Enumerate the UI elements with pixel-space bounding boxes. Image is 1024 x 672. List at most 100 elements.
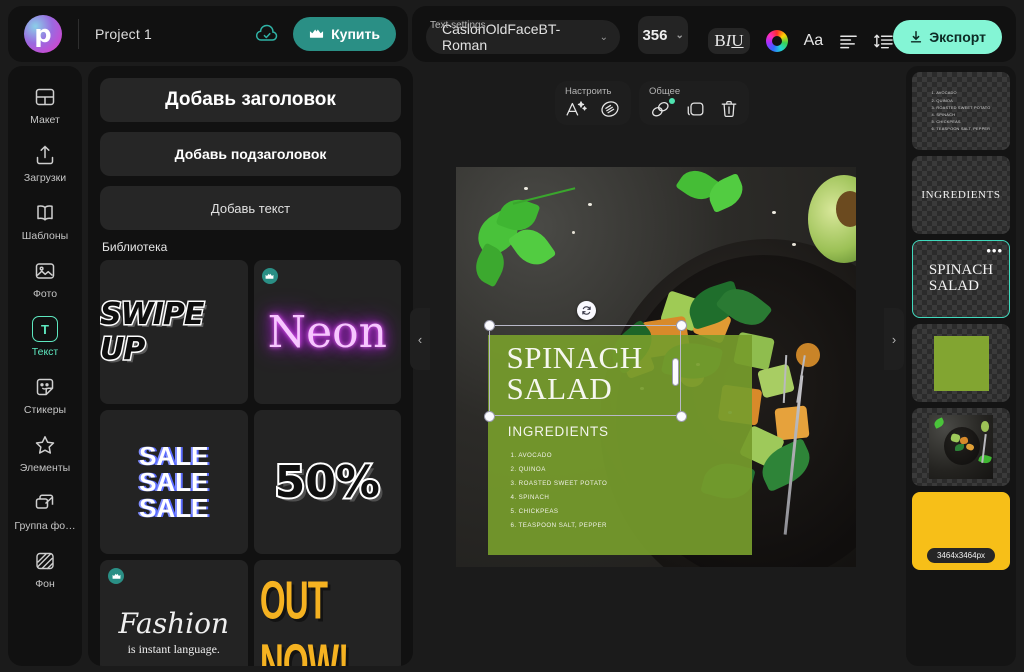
layer-thumbnail-list: 1. AVOCADO 2. QUINOA 3. ROASTED SWEET PO… bbox=[931, 89, 990, 132]
rotate-handle-icon[interactable] bbox=[577, 301, 596, 320]
design-section-heading[interactable]: INGREDIENTS bbox=[508, 424, 609, 439]
text-settings-bar: Text settings CaslonOldFaceBT-Roman ⌄ 35… bbox=[412, 6, 1016, 62]
list-item: 1. AVOCADO bbox=[510, 452, 552, 460]
floating-toolbar: Настроить Общее bbox=[555, 81, 749, 125]
magic-text-icon[interactable] bbox=[565, 99, 587, 119]
add-heading-button[interactable]: Добавь заголовок bbox=[100, 78, 401, 122]
add-subheading-button[interactable]: Добавь подзаголовок bbox=[100, 132, 401, 176]
canvas-dimensions-label: 3464x3464px bbox=[926, 548, 996, 563]
library-card-swipe-up[interactable]: SWIPE UP bbox=[100, 260, 248, 404]
top-bar-actions: Купить bbox=[255, 17, 398, 51]
list-item: 1. AVOCADO bbox=[931, 90, 957, 96]
adjust-group-label: Настроить bbox=[565, 86, 612, 97]
font-size-value: 356 bbox=[642, 26, 668, 44]
picsart-editor: p Project 1 Купить Text settings CaslonO… bbox=[0, 0, 1024, 672]
common-tool-group: Общее bbox=[639, 81, 749, 125]
sidebar-item-label: Группа фо… bbox=[14, 520, 76, 532]
sidebar-item-elements[interactable]: Элементы bbox=[12, 428, 78, 478]
canvas-next-button[interactable]: › bbox=[884, 308, 904, 370]
export-button[interactable]: Экспорт bbox=[893, 20, 1002, 54]
list-item: 2. QUINOA bbox=[931, 97, 953, 103]
sidebar-item-label: Макет bbox=[30, 114, 60, 126]
sidebar-item-text[interactable]: T Текст bbox=[12, 312, 78, 362]
library-card-fashion[interactable]: Fashion is instant language. bbox=[100, 560, 248, 666]
text-case-button[interactable]: Aa bbox=[804, 32, 824, 50]
chevron-left-icon: ‹ bbox=[417, 331, 423, 347]
list-item: 2. QUINOA bbox=[510, 466, 546, 474]
sidebar-item-photo-group[interactable]: Группа фо… bbox=[12, 486, 78, 536]
sidebar-item-background[interactable]: Фон bbox=[12, 544, 78, 594]
sidebar-item-photo[interactable]: Фото bbox=[12, 254, 78, 304]
blend-icon[interactable] bbox=[649, 98, 675, 119]
picsart-logo-icon[interactable]: p bbox=[24, 15, 62, 53]
more-options-icon[interactable]: ••• bbox=[986, 244, 1003, 257]
layer-ingredients-list[interactable]: 1. AVOCADO 2. QUINOA 3. ROASTED SWEET PO… bbox=[912, 72, 1010, 150]
layer-thumbnail-text: INGREDIENTS bbox=[921, 189, 1001, 201]
design-title-line2: SALAD bbox=[506, 370, 613, 406]
effects-icon[interactable] bbox=[599, 99, 621, 119]
library-card-label: SWIPE UP bbox=[100, 296, 206, 369]
sidebar-item-templates[interactable]: Шаблоны bbox=[12, 196, 78, 246]
shapes-icon bbox=[33, 490, 57, 516]
text-format-tools: BIU Aa bbox=[708, 28, 893, 54]
layer-background[interactable]: 3464x3464px bbox=[912, 492, 1010, 570]
bold-italic-underline-button[interactable]: BIU bbox=[708, 28, 750, 54]
artboard[interactable]: SPINACH SALAD INGREDIENTS 1. AVOCADO 2. … bbox=[456, 167, 856, 567]
design-ingredients-list[interactable]: 1. AVOCADO 2. QUINOA 3. ROASTED SWEET PO… bbox=[510, 449, 607, 533]
photo-icon bbox=[33, 258, 57, 284]
adjust-tool-group: Настроить bbox=[555, 81, 631, 125]
list-item: 4. SPINACH bbox=[931, 112, 956, 117]
library-section-label: Библиотека bbox=[102, 240, 168, 254]
list-item: 4. SPINACH bbox=[510, 494, 550, 502]
upload-icon bbox=[33, 142, 57, 168]
layer-spinach-salad[interactable]: ••• SPINACH SALAD bbox=[912, 240, 1010, 318]
layer-green-rectangle[interactable] bbox=[912, 324, 1010, 402]
layout-icon bbox=[33, 84, 57, 110]
library-card-label: Neon bbox=[267, 306, 387, 358]
layer-salad-photo[interactable] bbox=[912, 408, 1010, 486]
library-card-out-now[interactable]: OUT NOW! bbox=[253, 560, 401, 666]
sidebar-item-uploads[interactable]: Загрузки bbox=[12, 138, 78, 188]
list-item: 3. ROASTED SWEET POTATO bbox=[510, 480, 608, 488]
sidebar-item-layout[interactable]: Макет bbox=[12, 80, 78, 130]
sidebar-item-label: Текст bbox=[31, 346, 59, 358]
library-card-sale[interactable]: SALE SALE SALE bbox=[100, 410, 248, 554]
trash-icon[interactable] bbox=[719, 99, 739, 119]
cloud-saved-icon[interactable] bbox=[255, 24, 279, 44]
canvas-prev-button[interactable]: ‹ bbox=[410, 308, 430, 370]
duplicate-icon[interactable] bbox=[685, 99, 707, 119]
canvas-area[interactable]: Настроить Общее SPINACH SALAD INGREDIENT… bbox=[418, 66, 898, 666]
layer-ingredients-title[interactable]: INGREDIENTS bbox=[912, 156, 1010, 234]
background-icon bbox=[33, 548, 57, 574]
chevron-right-icon: › bbox=[891, 331, 897, 347]
buy-button[interactable]: Купить bbox=[293, 17, 396, 51]
sidebar-item-stickers[interactable]: Стикеры bbox=[12, 370, 78, 420]
font-size-select[interactable]: 356 ⌄ bbox=[638, 16, 689, 54]
sidebar-item-label: Стикеры bbox=[23, 404, 67, 416]
underline-label: U bbox=[731, 31, 744, 50]
layer-thumbnail-image bbox=[929, 415, 993, 479]
sticker-icon bbox=[33, 374, 57, 400]
color-wheel-icon[interactable] bbox=[765, 30, 788, 52]
list-item: 5. CHICKPEAS bbox=[931, 119, 961, 125]
design-title[interactable]: SPINACH SALAD bbox=[506, 342, 733, 404]
line-spacing-icon[interactable] bbox=[874, 33, 893, 49]
library-card-label: 50% bbox=[273, 455, 382, 510]
library-card-neon[interactable]: Neon bbox=[253, 260, 401, 404]
green-overlay-panel[interactable]: SPINACH SALAD INGREDIENTS 1. AVOCADO 2. … bbox=[488, 335, 752, 555]
pro-badge-icon bbox=[108, 568, 124, 584]
export-button-label: Экспорт bbox=[929, 29, 986, 45]
pro-badge-icon bbox=[261, 268, 278, 284]
text-icon: T bbox=[32, 316, 58, 342]
library-card-fifty-percent[interactable]: 50% bbox=[253, 410, 401, 554]
sidebar-item-label: Фото bbox=[32, 288, 58, 300]
sidebar-item-label: Элементы bbox=[19, 462, 71, 474]
crown-icon bbox=[309, 28, 324, 40]
sidebar-item-label: Шаблоны bbox=[21, 230, 69, 242]
project-title[interactable]: Project 1 bbox=[95, 26, 152, 42]
sidebar-item-label: Загрузки bbox=[23, 172, 67, 184]
add-text-button[interactable]: Добавь текст bbox=[100, 186, 401, 230]
left-tool-rail: Макет Загрузки Шаблоны Фото T Текст Стик… bbox=[8, 66, 82, 666]
align-left-icon[interactable] bbox=[839, 33, 858, 49]
layers-panel[interactable]: 1. AVOCADO 2. QUINOA 3. ROASTED SWEET PO… bbox=[906, 66, 1016, 666]
